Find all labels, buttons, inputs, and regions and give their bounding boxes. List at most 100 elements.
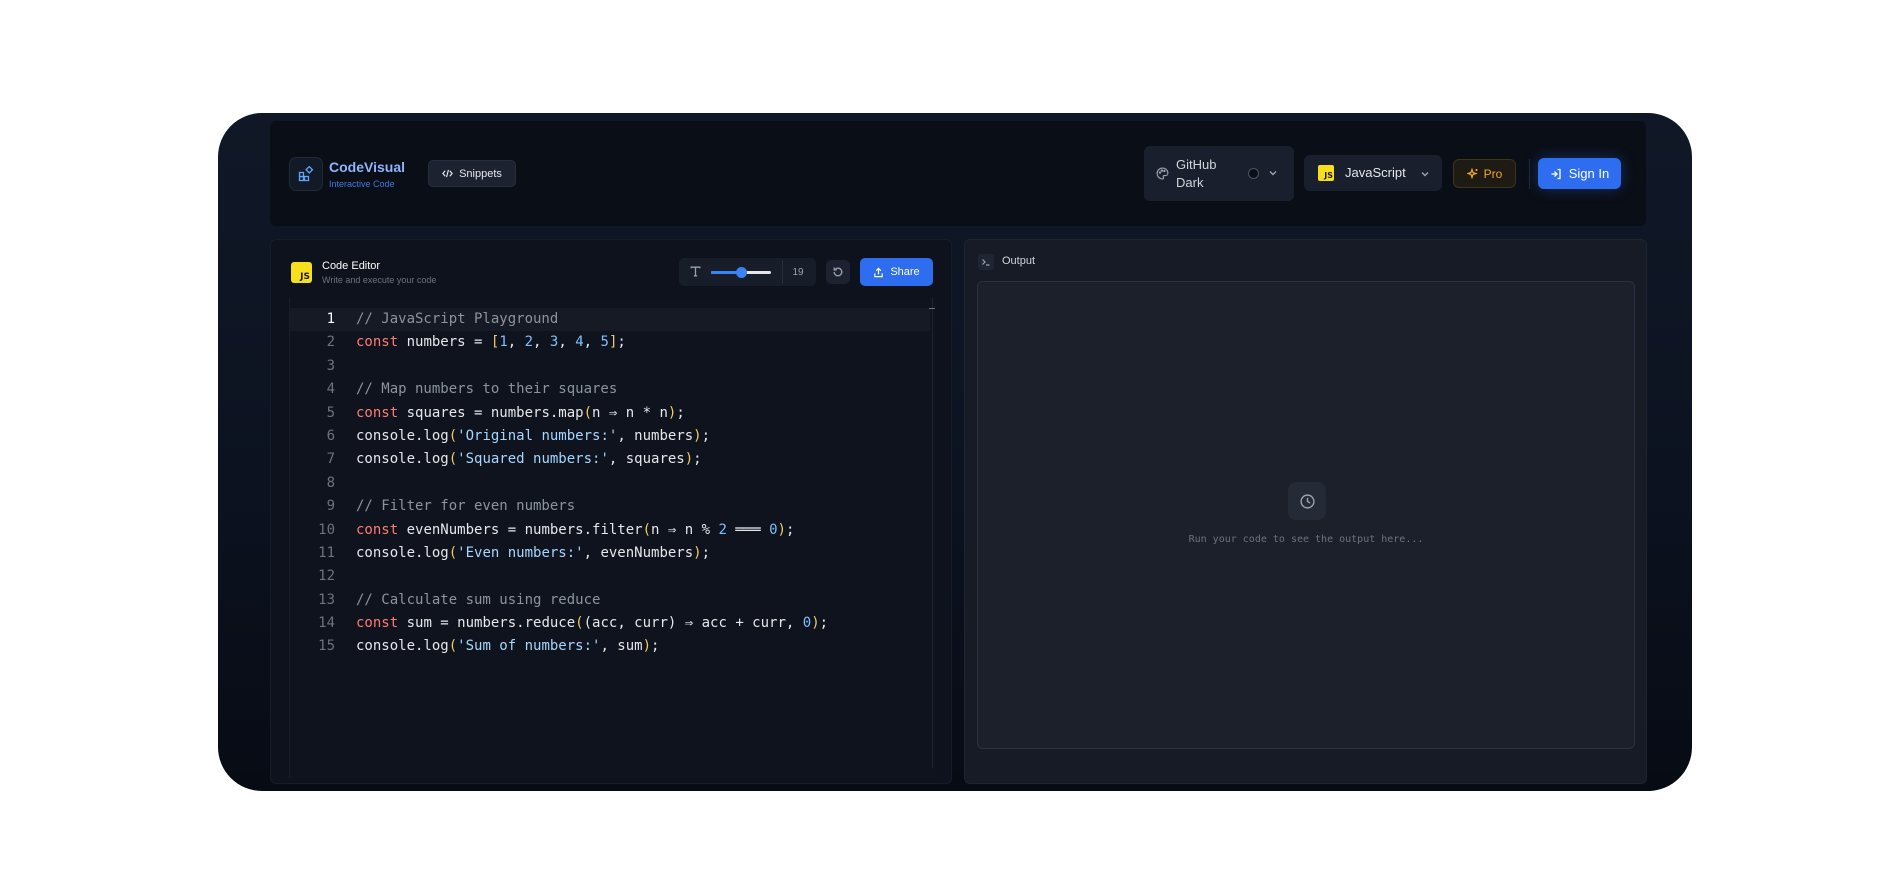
share-button[interactable]: Share bbox=[860, 258, 933, 286]
code-token: ; bbox=[651, 638, 660, 655]
code-token: const bbox=[356, 615, 399, 632]
line-number: 6 bbox=[326, 427, 335, 444]
code-token: ; bbox=[693, 451, 702, 468]
code-token: ) bbox=[693, 427, 702, 444]
font-size-control: 19 bbox=[679, 258, 816, 286]
code-line[interactable]: 5 const squares = numbers.map(n ⇒ n * n); bbox=[290, 402, 930, 425]
pro-button[interactable]: Pro bbox=[1453, 159, 1516, 188]
code-token: // Map numbers to their squares bbox=[356, 381, 618, 398]
code-token: , sum bbox=[600, 638, 643, 655]
code-text: // Calculate sum using reduce bbox=[356, 589, 600, 612]
code-token: ) bbox=[693, 544, 702, 561]
code-token: ) bbox=[642, 638, 652, 655]
code-token: // JavaScript Playground bbox=[356, 311, 559, 327]
pro-label: Pro bbox=[1483, 166, 1503, 181]
code-line[interactable]: 4 // Map numbers to their squares bbox=[290, 378, 930, 401]
code-text: // Map numbers to their squares bbox=[356, 378, 617, 401]
code-token: 0 bbox=[802, 615, 812, 632]
code-line[interactable]: 11 console.log('Even numbers:', evenNumbe… bbox=[290, 542, 930, 565]
reset-button[interactable] bbox=[826, 260, 850, 284]
sign-in-button[interactable]: Sign In bbox=[1538, 158, 1621, 189]
code-token: 2 bbox=[524, 334, 534, 351]
code-token: console.log bbox=[356, 427, 449, 444]
code-token: n ⇒ n * n bbox=[592, 404, 668, 421]
header-divider bbox=[1529, 159, 1530, 189]
code-line[interactable]: 8 bbox=[290, 472, 930, 495]
output-console: Run your code to see the output here... bbox=[977, 281, 1635, 749]
line-number: 2 bbox=[326, 334, 335, 351]
code-token: ( bbox=[448, 638, 458, 655]
code-line[interactable]: 14 const sum = numbers.reduce((acc, curr)… bbox=[290, 612, 930, 635]
code-text: console.log('Original numbers:', numbers… bbox=[356, 425, 710, 448]
code-line[interactable]: 10 const evenNumbers = numbers.filter(n ⇒… bbox=[290, 519, 930, 542]
line-number: 3 bbox=[326, 357, 335, 374]
language-select[interactable]: JS JavaScript bbox=[1304, 155, 1442, 191]
code-token: 5 bbox=[600, 334, 609, 351]
code-token: // Filter for even numbers bbox=[356, 498, 576, 515]
code-token: ; bbox=[819, 615, 829, 632]
logo-icon[interactable] bbox=[289, 157, 323, 191]
editor-scrollbar[interactable] bbox=[929, 298, 935, 768]
line-number: 5 bbox=[326, 404, 335, 421]
share-label: Share bbox=[890, 266, 920, 278]
code-text: console.log('Squared numbers:', squares)… bbox=[356, 448, 702, 471]
code-text: // JavaScript Playground bbox=[356, 308, 558, 331]
code-line[interactable]: 3 bbox=[290, 355, 930, 378]
code-text: const sum = numbers.reduce((acc, curr) ⇒… bbox=[356, 612, 828, 635]
editor-subtitle: Write and execute your code bbox=[322, 275, 437, 285]
code-token: const bbox=[356, 521, 399, 538]
code-line[interactable]: 9 // Filter for even numbers bbox=[290, 495, 930, 518]
output-panel: Output Run your code to see the output h… bbox=[964, 239, 1647, 784]
code-token: ( bbox=[448, 427, 458, 444]
code-token: , squares bbox=[608, 451, 685, 468]
code-token: ( bbox=[448, 451, 458, 468]
code-line[interactable]: 13 // Calculate sum using reduce bbox=[290, 589, 930, 612]
line-number: 13 bbox=[318, 591, 335, 608]
font-size-slider-thumb[interactable] bbox=[736, 267, 747, 278]
code-token: 2 bbox=[718, 521, 727, 538]
code-token: , bbox=[533, 334, 550, 351]
code-line[interactable]: 7 console.log('Squared numbers:', squares… bbox=[290, 448, 930, 471]
palette-icon bbox=[1156, 167, 1169, 180]
code-token: ) bbox=[811, 615, 820, 632]
code-line[interactable]: 12 bbox=[290, 565, 930, 588]
output-placeholder: Run your code to see the output here... bbox=[1188, 534, 1424, 545]
language-label: JavaScript bbox=[1345, 165, 1406, 180]
code-token: ( bbox=[448, 544, 458, 561]
code-token: (acc, curr) ⇒ acc + curr, bbox=[583, 615, 803, 632]
theme-swatch bbox=[1248, 168, 1259, 179]
code-token: // Calculate sum using reduce bbox=[356, 591, 601, 608]
code-token: , bbox=[583, 334, 601, 351]
line-number: 10 bbox=[318, 521, 335, 538]
chevron-down-icon bbox=[1421, 172, 1429, 177]
editor-title: Code Editor bbox=[322, 260, 381, 272]
code-token: ; bbox=[701, 427, 711, 444]
snippets-button[interactable]: Snippets bbox=[428, 160, 516, 187]
code-token: ( bbox=[575, 615, 584, 632]
code-token: squares = numbers.map bbox=[398, 404, 584, 421]
output-title: Output bbox=[1002, 255, 1036, 267]
code-editor[interactable]: 1 // JavaScript Playground 2 const numbers … bbox=[289, 298, 936, 778]
line-number: 7 bbox=[326, 451, 335, 468]
code-text: const squares = numbers.map(n ⇒ n * n); bbox=[356, 402, 685, 425]
code-line[interactable]: 1 // JavaScript Playground bbox=[290, 308, 930, 332]
font-size-slider[interactable] bbox=[711, 267, 771, 278]
rotate-ccw-icon bbox=[833, 267, 843, 277]
code-line[interactable]: 2 const numbers = [1, 2, 3, 4, 5]; bbox=[290, 331, 930, 354]
type-icon bbox=[690, 266, 701, 277]
line-number: 4 bbox=[326, 381, 335, 398]
code-line[interactable]: 15 console.log('Sum of numbers:', sum); bbox=[290, 635, 930, 658]
code-token: 4 bbox=[575, 334, 584, 351]
code-line[interactable]: 6 console.log('Original numbers:', number… bbox=[290, 425, 930, 448]
code-editor-panel: JS Code Editor Write and execute your co… bbox=[270, 239, 952, 784]
code-token: console.log bbox=[356, 544, 449, 561]
code-text: const evenNumbers = numbers.filter(n ⇒ n… bbox=[356, 519, 794, 542]
code-token: ( bbox=[583, 404, 593, 421]
line-number: 12 bbox=[318, 568, 335, 585]
code-token: ; bbox=[676, 404, 685, 421]
code-token: sum = numbers.reduce bbox=[398, 615, 576, 632]
theme-label: GitHub Dark bbox=[1176, 157, 1217, 190]
javascript-icon: JS bbox=[1318, 165, 1334, 181]
theme-select[interactable]: GitHub Dark bbox=[1144, 146, 1294, 201]
line-number: 1 bbox=[326, 311, 335, 327]
